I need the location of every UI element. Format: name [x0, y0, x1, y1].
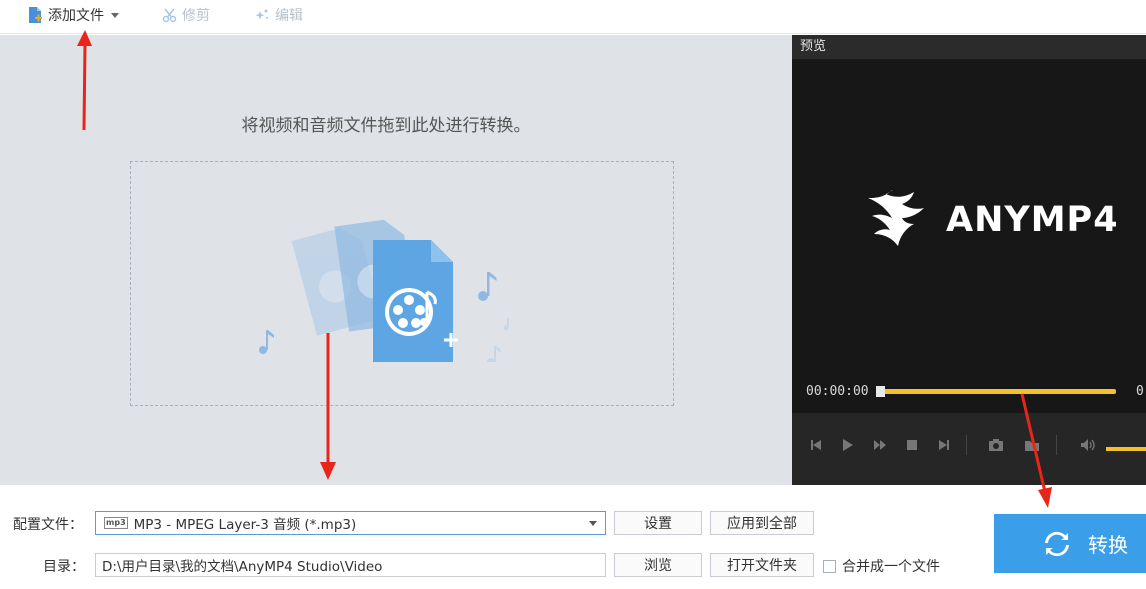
toolbar: 添加文件 修剪 编辑 [0, 0, 1146, 34]
profile-select[interactable]: mp3 MP3 - MPEG Layer-3 音频 (*.mp3) [95, 511, 606, 535]
browse-button[interactable]: 浏览 [614, 553, 702, 577]
current-time: 00:00:00 [806, 384, 869, 399]
scissors-icon [162, 8, 177, 22]
convert-button[interactable]: 转换 [994, 514, 1146, 573]
chevron-down-icon[interactable] [589, 521, 597, 526]
profile-value: MP3 - MPEG Layer-3 音频 (*.mp3) [133, 517, 357, 533]
convert-label: 转换 [1088, 533, 1128, 557]
total-time: 0 [1136, 384, 1144, 399]
brand-logo: ANYMP4 [864, 185, 1119, 255]
camera-icon[interactable] [988, 437, 1004, 453]
trim-button[interactable]: 修剪 [162, 0, 210, 30]
apply-to-all-button[interactable]: 应用到全部 [710, 511, 814, 535]
edit-button[interactable]: 编辑 [254, 0, 303, 30]
volume-slider[interactable] [1106, 447, 1146, 451]
profile-label: 配置文件： [13, 517, 83, 533]
add-file-button[interactable]: 添加文件 [27, 0, 119, 30]
preview-panel: 预览 ANYMP4 00:00:00 0 [792, 35, 1146, 485]
folder-icon[interactable] [1024, 437, 1040, 453]
drop-zone[interactable] [130, 161, 674, 406]
add-file-label: 添加文件 [48, 8, 104, 24]
stop-icon[interactable] [904, 437, 920, 453]
merge-label: 合并成一个文件 [842, 559, 940, 575]
directory-label: 目录： [43, 559, 85, 575]
preview-title: 预览 [792, 35, 1146, 59]
add-file-icon [29, 7, 42, 23]
fast-forward-icon[interactable] [872, 437, 888, 453]
progress-slider[interactable] [876, 386, 1116, 397]
progress-handle[interactable] [876, 386, 885, 397]
mp3-format-icon: mp3 [104, 517, 128, 529]
merge-option[interactable]: 合并成一个文件 [823, 556, 940, 576]
volume-icon[interactable] [1080, 437, 1096, 453]
convert-icon [1045, 531, 1069, 556]
settings-button[interactable]: 设置 [614, 511, 702, 535]
drop-area[interactable]: 将视频和音频文件拖到此处进行转换。 [0, 35, 792, 485]
player-controls [792, 413, 1146, 485]
controls-divider [1056, 435, 1057, 455]
skip-forward-icon[interactable] [936, 437, 952, 453]
merge-checkbox[interactable] [823, 559, 836, 573]
chevron-down-icon[interactable] [111, 12, 119, 18]
skip-back-icon[interactable] [808, 437, 824, 453]
open-folder-button[interactable]: 打开文件夹 [710, 553, 814, 577]
controls-divider [966, 435, 967, 455]
drop-hint: 将视频和音频文件拖到此处进行转换。 [241, 116, 531, 136]
sparkle-icon [255, 9, 268, 19]
brand-name: ANYMP4 [946, 200, 1119, 240]
trim-label: 修剪 [182, 8, 210, 24]
flame-logo-icon [868, 190, 924, 246]
edit-label: 编辑 [275, 8, 303, 24]
directory-input[interactable] [95, 553, 606, 577]
play-icon[interactable] [840, 437, 856, 453]
media-files-icon [259, 219, 509, 362]
